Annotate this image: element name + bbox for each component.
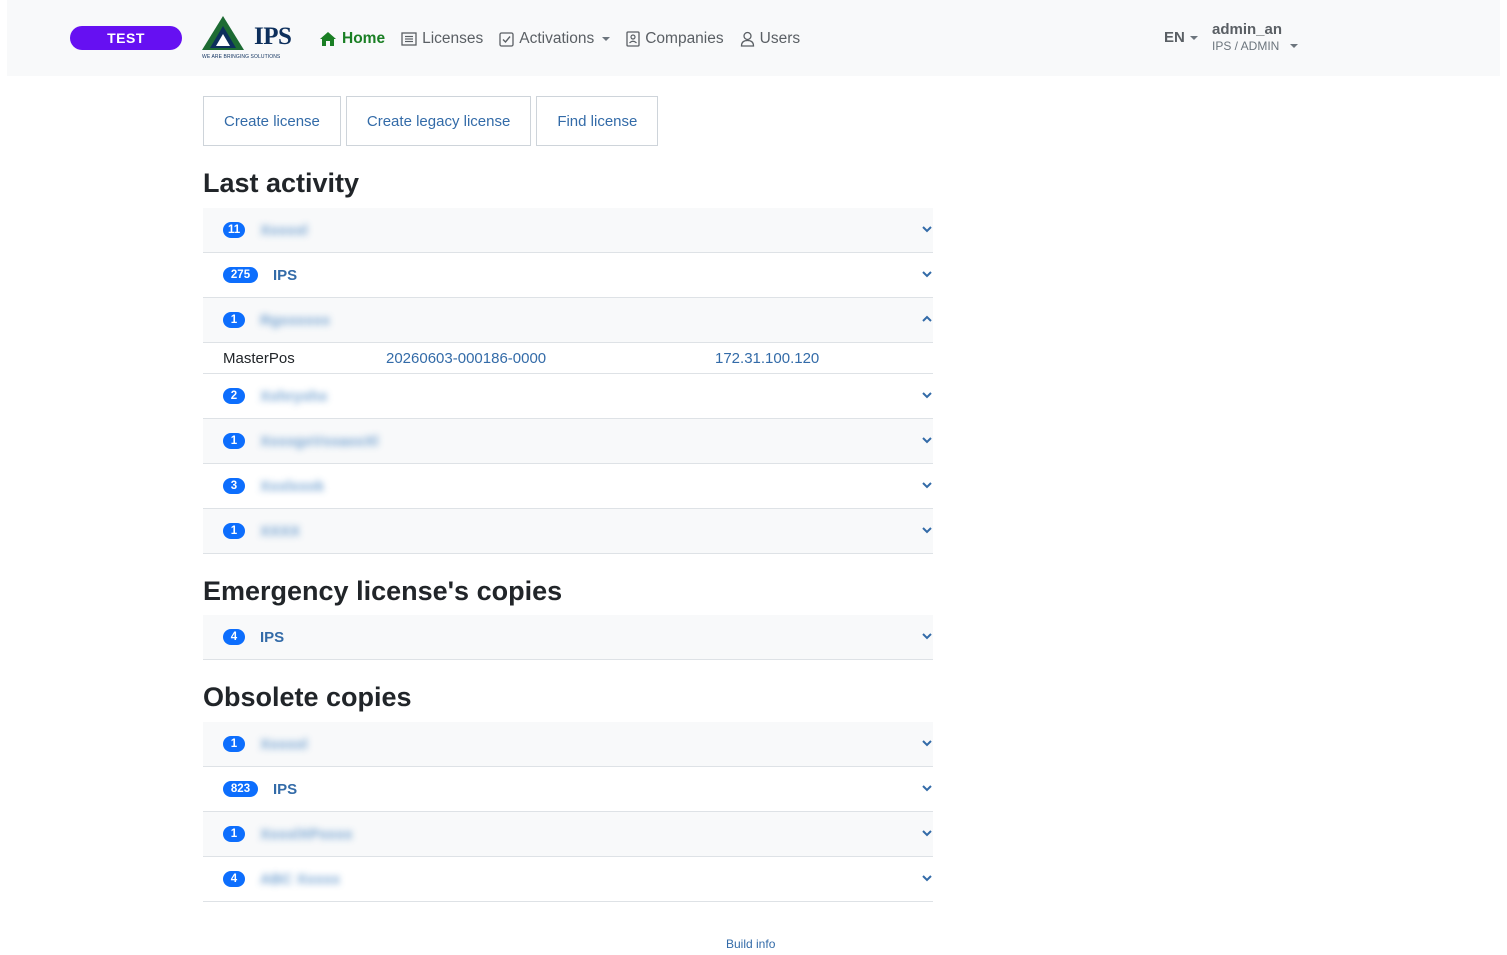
nav-activations[interactable]: Activations [499, 30, 611, 48]
company-label: Rgxxxxxx [260, 311, 331, 329]
list-item[interactable]: 11 Xxxxxl [203, 208, 933, 253]
nav-companies[interactable]: Companies [626, 30, 724, 48]
count-badge: 11 [223, 222, 246, 238]
last-activity-list: 11 Xxxxxl 275 IPS 1 Rgxxxxxx MasterPos 2… [203, 208, 933, 554]
chevron-down-icon [922, 482, 932, 489]
company-label: Xxxxxl [260, 221, 308, 239]
nav-users-label: Users [759, 30, 801, 47]
navbar: TEST IPS WE ARE BRINGING SOLUTIONS Home … [7, 0, 1500, 76]
company-label: IPS [273, 266, 298, 284]
list-item[interactable]: 1 XxxxgxVxxaxxXl [203, 419, 933, 464]
company-label: IPS [273, 780, 298, 798]
user-caret-icon [1290, 44, 1299, 48]
count-badge: 823 [223, 781, 258, 797]
nav-companies-label: Companies [645, 30, 724, 47]
company-label: XXXX [260, 522, 301, 540]
company-label: ABC Xxxxx [260, 870, 341, 888]
list-item[interactable]: 3 Xxxlxxxk [203, 464, 933, 509]
user-icon [740, 31, 754, 47]
create-legacy-license-button[interactable]: Create legacy license [345, 96, 532, 146]
company-label: Xxxxxl [260, 735, 308, 753]
company-label: XxxxlXPxxxx [260, 825, 353, 843]
chevron-up-icon [922, 315, 932, 322]
chevron-down-icon [922, 633, 932, 640]
check-square-icon [499, 31, 514, 47]
logo-text: IPS [254, 23, 292, 50]
list-item[interactable]: 4 ABC Xxxxx [203, 857, 933, 902]
chevron-down-icon [922, 875, 932, 882]
chevron-down-icon [922, 527, 932, 534]
obsolete-copies-title: Obsolete copies [203, 682, 412, 712]
chevron-down-icon [922, 830, 932, 837]
company-label: Xxxlxxxk [260, 477, 325, 495]
count-badge: 3 [223, 478, 245, 494]
user-menu[interactable]: admin_an IPS / ADMIN [1212, 21, 1299, 53]
company-label: Xxhryxhx [260, 387, 328, 405]
home-icon [320, 32, 336, 46]
count-badge: 1 [223, 312, 245, 328]
count-badge: 1 [223, 433, 245, 449]
env-badge: TEST [70, 26, 182, 50]
chevron-down-icon [922, 226, 932, 233]
nav-activations-label: Activations [519, 30, 595, 47]
list-item[interactable]: 823 IPS [203, 767, 933, 812]
language-label: EN [1164, 29, 1185, 46]
activations-caret-icon [602, 37, 611, 41]
logo-tagline: WE ARE BRINGING SOLUTIONS [202, 54, 281, 60]
count-badge: 2 [223, 388, 245, 404]
language-selector[interactable]: EN [1164, 29, 1198, 46]
obsolete-copies-list: 1 Xxxxxl 823 IPS 1 XxxxlXPxxxx 4 ABC Xxx… [203, 722, 933, 902]
user-role-row: IPS / ADMIN [1212, 39, 1299, 53]
chevron-down-icon [922, 785, 932, 792]
user-role: IPS / ADMIN [1212, 39, 1280, 53]
logo[interactable]: IPS WE ARE BRINGING SOLUTIONS [200, 14, 296, 62]
list-item[interactable]: 1 XXXX [203, 509, 933, 554]
chevron-down-icon [922, 271, 932, 278]
count-badge: 275 [223, 267, 258, 283]
last-activity-title: Last activity [203, 168, 360, 198]
nav-licenses-label: Licenses [422, 30, 484, 47]
nav-licenses[interactable]: Licenses [401, 30, 483, 48]
detail-product: MasterPos [223, 349, 295, 367]
list-item[interactable]: 1 Xxxxxl [203, 722, 933, 767]
find-license-button[interactable]: Find license [536, 96, 659, 146]
chevron-down-icon [922, 392, 932, 399]
list-item[interactable]: 1 XxxxlXPxxxx [203, 812, 933, 857]
count-badge: 1 [223, 523, 245, 539]
logo-triangle-icon [202, 16, 244, 50]
company-label: IPS [260, 628, 285, 646]
list-item[interactable]: 2 Xxhryxhx [203, 374, 933, 419]
main-nav: Home Licenses Activations Companies User… [319, 27, 816, 51]
company-label: XxxxgxVxxaxxXl [260, 432, 379, 450]
list-icon [401, 32, 417, 46]
chevron-down-icon [922, 740, 932, 747]
detail-ip-link[interactable]: 172.31.100.120 [715, 350, 819, 367]
emergency-copies-title: Emergency license's copies [203, 576, 563, 606]
count-badge: 4 [223, 871, 245, 887]
list-item[interactable]: 4 IPS [203, 615, 933, 660]
language-caret-icon [1189, 35, 1198, 40]
id-card-icon [626, 31, 640, 47]
nav-users[interactable]: Users [740, 30, 800, 48]
detail-license-id-link[interactable]: 20260603-000186-0000 [386, 350, 546, 367]
build-info-link[interactable]: Build info [726, 937, 775, 951]
count-badge: 4 [223, 629, 245, 645]
action-buttons: Create license Create legacy license Fin… [203, 96, 663, 146]
list-item[interactable]: 275 IPS [203, 253, 933, 298]
emergency-copies-list: 4 IPS [203, 615, 933, 660]
nav-home-label: Home [342, 30, 386, 47]
chevron-down-icon [922, 437, 932, 444]
activation-detail-row: MasterPos 20260603-000186-0000 172.31.10… [203, 343, 933, 374]
list-item[interactable]: 1 Rgxxxxxx [203, 298, 933, 343]
create-license-button[interactable]: Create license [203, 96, 341, 146]
nav-home[interactable]: Home [319, 30, 385, 48]
count-badge: 1 [223, 826, 245, 842]
count-badge: 1 [223, 736, 245, 752]
user-name: admin_an [1212, 21, 1283, 38]
